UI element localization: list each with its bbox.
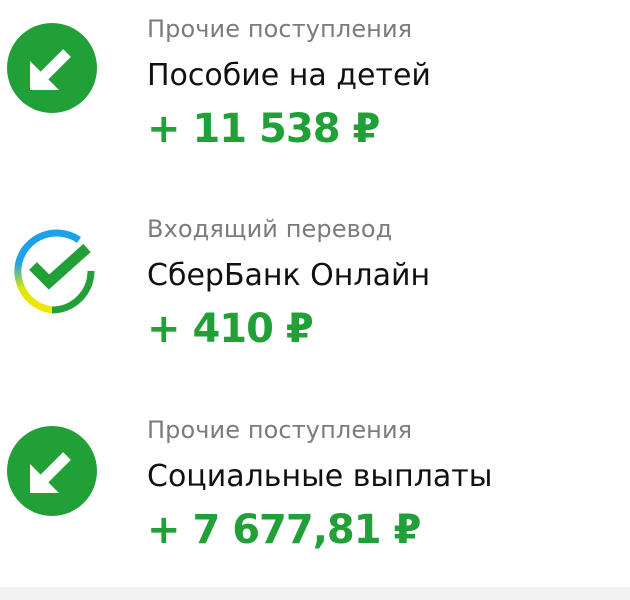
transaction-row[interactable]: Входящий перевод СберБанк Онлайн + 410 ₽ [0, 200, 630, 400]
transaction-amount: + 7 677,81 ₽ [147, 507, 421, 553]
transaction-row[interactable]: Прочие поступления Пособие на детей + 11… [0, 0, 630, 200]
transaction-category: Входящий перевод [147, 215, 393, 243]
transaction-title: Пособие на детей [147, 58, 431, 93]
bottom-divider [0, 587, 630, 600]
transaction-amount: + 410 ₽ [147, 306, 314, 352]
transaction-category: Прочие поступления [147, 15, 413, 43]
incoming-arrow-icon [7, 426, 97, 516]
transaction-category: Прочие поступления [147, 416, 413, 444]
transaction-row[interactable]: Прочие поступления Социальные выплаты + … [0, 401, 630, 600]
transaction-title: Социальные выплаты [147, 459, 493, 494]
transaction-amount: + 11 538 ₽ [147, 106, 380, 152]
sberbank-logo-icon [7, 226, 97, 316]
transaction-title: СберБанк Онлайн [147, 258, 431, 293]
incoming-arrow-icon [7, 23, 97, 113]
transaction-list: Прочие поступления Пособие на детей + 11… [0, 0, 630, 600]
